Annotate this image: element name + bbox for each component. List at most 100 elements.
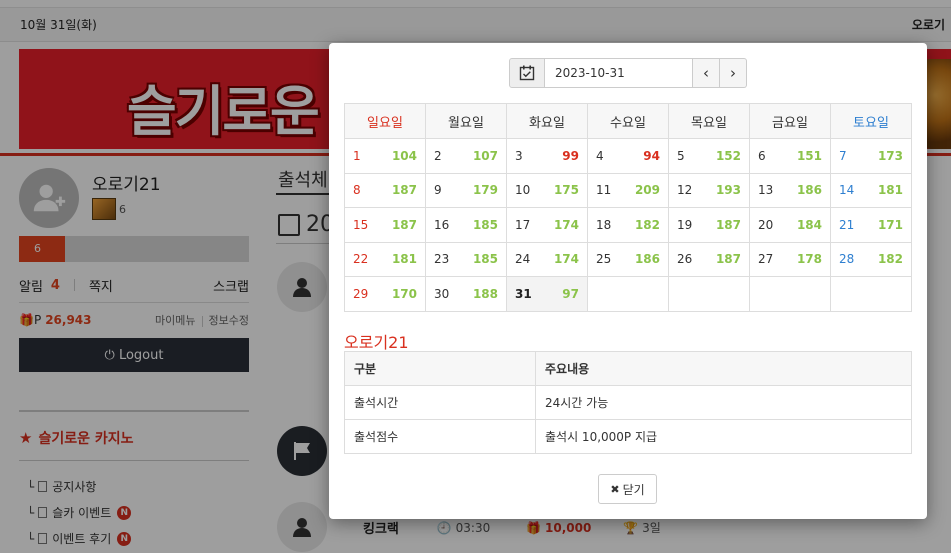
calendar-day-cell[interactable]: 12 193 xyxy=(668,172,750,208)
calendar-day-cell[interactable]: 13 186 xyxy=(749,172,831,208)
attendance-count: 186 xyxy=(634,252,660,267)
table-row: 출석점수 출석시 10,000P 지급 xyxy=(344,419,912,454)
calendar-week-row: 22 181 23 185 24 174 25 186 26 187 27 178 28 182 xyxy=(344,241,912,277)
prev-month-button[interactable]: ‹ xyxy=(693,58,720,88)
weekday-header: 토요일 xyxy=(830,103,912,139)
weekday-header: 화요일 xyxy=(506,103,588,139)
next-month-button[interactable]: › xyxy=(720,58,747,88)
calendar-day-cell[interactable]: 8 187 xyxy=(344,172,426,208)
calendar-day-cell[interactable]: 23 185 xyxy=(425,241,507,277)
calendar-empty-cell xyxy=(668,276,750,312)
attendance-count: 170 xyxy=(391,286,417,301)
calendar-empty-cell xyxy=(587,276,669,312)
day-number: 25 xyxy=(596,252,612,267)
weekday-header: 목요일 xyxy=(668,103,750,139)
day-number: 7 xyxy=(839,148,847,163)
day-number: 21 xyxy=(839,217,855,232)
day-number: 30 xyxy=(434,286,450,301)
calendar-empty-cell xyxy=(749,276,831,312)
day-number: 15 xyxy=(353,217,369,232)
attendance-count: 182 xyxy=(634,217,660,232)
calendar-day-cell[interactable]: 11 209 xyxy=(587,172,669,208)
date-picker: 2023-10-31 ‹ › xyxy=(509,58,747,88)
calendar-day-cell[interactable]: 5 152 xyxy=(668,138,750,174)
attendance-count: 175 xyxy=(553,183,579,198)
calendar-day-cell[interactable]: 15 187 xyxy=(344,207,426,243)
calendar-day-cell[interactable]: 20 184 xyxy=(749,207,831,243)
attendance-count: 185 xyxy=(472,252,498,267)
weekday-header: 금요일 xyxy=(749,103,831,139)
attendance-count: 187 xyxy=(391,183,417,198)
attendance-info-table: 구분 주요내용 출석시간 24시간 가능 출석점수 출석시 10,000P 지급 xyxy=(344,351,912,454)
calendar-day-cell[interactable]: 19 187 xyxy=(668,207,750,243)
info-cell: 출석점수 xyxy=(344,419,536,454)
day-number: 27 xyxy=(758,252,774,267)
close-label: 닫기 xyxy=(622,482,645,497)
calendar-day-cell[interactable]: 6 151 xyxy=(749,138,831,174)
calendar-day-cell[interactable]: 2 107 xyxy=(425,138,507,174)
info-header-category: 구분 xyxy=(344,351,536,386)
calendar-day-cell[interactable]: 27 178 xyxy=(749,241,831,277)
attendance-count: 104 xyxy=(391,148,417,163)
weekday-header: 월요일 xyxy=(425,103,507,139)
day-number: 16 xyxy=(434,217,450,232)
attendance-count: 179 xyxy=(472,183,498,198)
calendar-day-cell[interactable]: 29 170 xyxy=(344,276,426,312)
calendar-day-cell[interactable]: 18 182 xyxy=(587,207,669,243)
weekday-header: 일요일 xyxy=(344,103,426,139)
calendar-day-cell[interactable]: 14 181 xyxy=(830,172,912,208)
day-number: 29 xyxy=(353,286,369,301)
attendance-count: 184 xyxy=(796,217,822,232)
attendance-count: 187 xyxy=(715,252,741,267)
calendar-day-cell[interactable]: 21 171 xyxy=(830,207,912,243)
day-number: 20 xyxy=(758,217,774,232)
attendance-count: 107 xyxy=(472,148,498,163)
day-number: 26 xyxy=(677,252,693,267)
info-cell: 24시간 가능 xyxy=(535,385,912,420)
date-input[interactable]: 2023-10-31 xyxy=(545,58,693,88)
chevron-right-icon: › xyxy=(730,64,736,82)
day-number: 14 xyxy=(839,183,855,198)
calendar-day-cell[interactable]: 10 175 xyxy=(506,172,588,208)
attendance-count: 193 xyxy=(715,183,741,198)
attendance-count: 171 xyxy=(877,217,903,232)
calendar-day-cell[interactable]: 9 179 xyxy=(425,172,507,208)
calendar-day-cell[interactable]: 25 186 xyxy=(587,241,669,277)
calendar-day-cell[interactable]: 31 97 xyxy=(506,276,588,312)
attendance-count: 94 xyxy=(643,148,660,163)
calendar-day-cell[interactable]: 16 185 xyxy=(425,207,507,243)
calendar-day-cell[interactable]: 28 182 xyxy=(830,241,912,277)
attendance-count: 187 xyxy=(715,217,741,232)
day-number: 19 xyxy=(677,217,693,232)
modal-user-title: 오로기21 xyxy=(344,333,409,352)
calendar-check-icon[interactable] xyxy=(509,58,545,88)
calendar-week-row: 8 187 9 179 10 175 11 209 12 193 13 186 14 181 xyxy=(344,172,912,208)
attendance-count: 185 xyxy=(472,217,498,232)
calendar-day-cell[interactable]: 4 94 xyxy=(587,138,669,174)
calendar-day-cell[interactable]: 22 181 xyxy=(344,241,426,277)
calendar-day-cell[interactable]: 24 174 xyxy=(506,241,588,277)
day-number: 23 xyxy=(434,252,450,267)
day-number: 12 xyxy=(677,183,693,198)
close-button[interactable]: ✖ 닫기 xyxy=(598,474,657,504)
calendar-day-cell[interactable]: 30 188 xyxy=(425,276,507,312)
attendance-count: 174 xyxy=(553,252,579,267)
day-number: 22 xyxy=(353,252,369,267)
calendar-day-cell[interactable]: 7 173 xyxy=(830,138,912,174)
calendar-week-row: 1 104 2 107 3 99 4 94 5 152 6 151 7 173 xyxy=(344,138,912,174)
calendar-day-cell[interactable]: 17 174 xyxy=(506,207,588,243)
attendance-count: 151 xyxy=(796,148,822,163)
calendar-day-cell[interactable]: 26 187 xyxy=(668,241,750,277)
calendar-day-cell[interactable]: 3 99 xyxy=(506,138,588,174)
attendance-count: 152 xyxy=(715,148,741,163)
day-number: 5 xyxy=(677,148,685,163)
calendar-day-cell[interactable]: 1 104 xyxy=(344,138,426,174)
day-number: 2 xyxy=(434,148,442,163)
day-number: 13 xyxy=(758,183,774,198)
calendar-week-row: 29 170 30 188 31 97 xyxy=(344,276,912,312)
day-number: 6 xyxy=(758,148,766,163)
day-number: 11 xyxy=(596,183,612,198)
day-number: 3 xyxy=(515,148,523,163)
day-number: 24 xyxy=(515,252,531,267)
day-number: 9 xyxy=(434,183,442,198)
